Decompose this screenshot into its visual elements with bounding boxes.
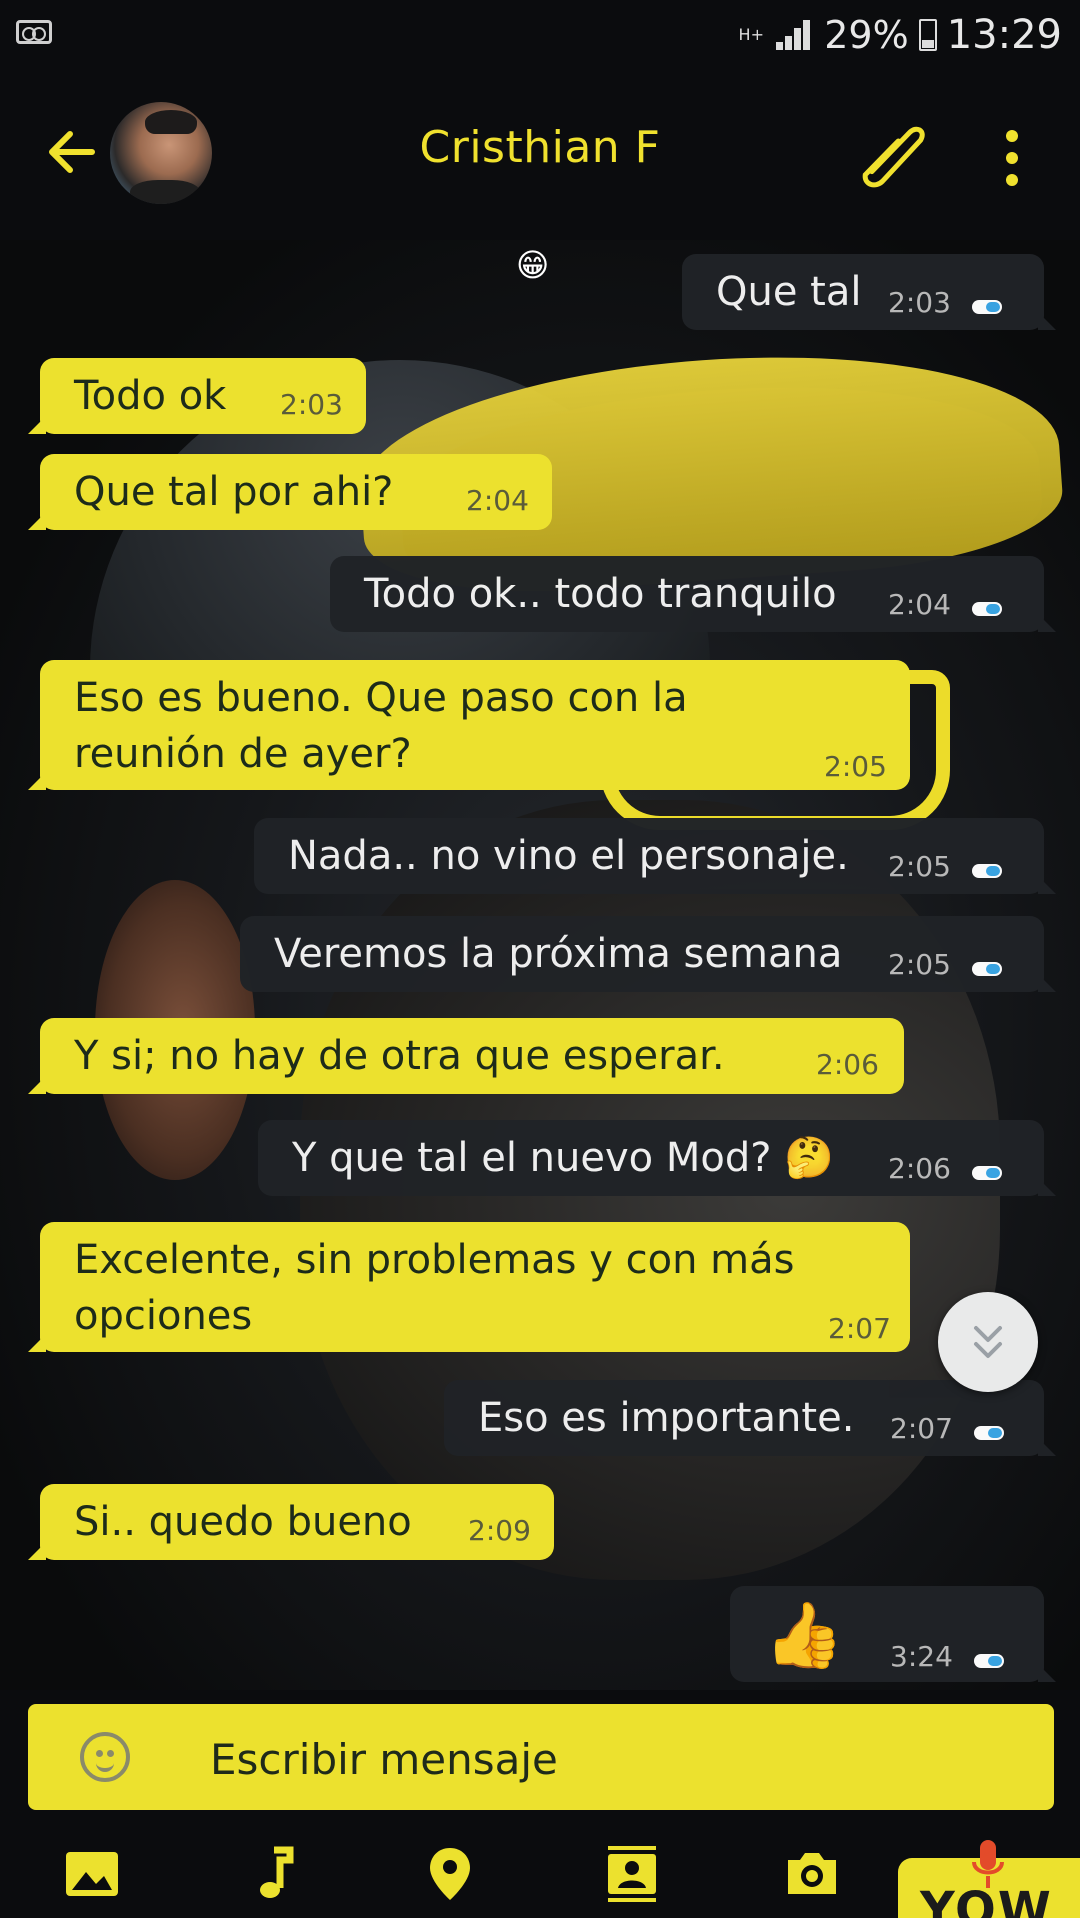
message-bubble-outgoing[interactable]: 👍 3:24 <box>730 1586 1056 1682</box>
message-text: Eso es bueno. Que paso con la reunión de… <box>74 675 688 777</box>
read-receipt-icon <box>972 962 1002 976</box>
message-time: 3:24 <box>890 1640 953 1673</box>
message-text: Todo ok.. todo tranquilo <box>364 571 837 617</box>
message-time: 2:09 <box>468 1514 531 1547</box>
message-time: 2:05 <box>888 948 951 981</box>
message-time: 2:05 <box>888 850 951 883</box>
read-receipt-icon <box>972 864 1002 878</box>
status-clock: 13:29 <box>946 12 1062 58</box>
message-bubble-incoming[interactable]: Si.. quedo bueno 2:09 <box>28 1484 554 1560</box>
message-text: Nada.. no vino el personaje. <box>288 833 849 879</box>
message-time: 2:05 <box>824 750 887 783</box>
camera-icon[interactable] <box>780 1842 844 1906</box>
read-receipt-icon <box>974 1654 1004 1668</box>
message-time: 2:06 <box>888 1152 951 1185</box>
read-receipt-icon <box>972 602 1002 616</box>
paperclip-icon[interactable] <box>850 112 930 202</box>
microphone-icon[interactable] <box>968 1836 1008 1896</box>
read-receipt-icon <box>972 300 1002 314</box>
message-text: Que tal por ahi? <box>74 469 394 515</box>
message-text: Eso es importante. <box>478 1395 855 1441</box>
read-receipt-icon <box>972 1166 1002 1180</box>
message-bubble-outgoing[interactable]: Nada.. no vino el personaje. 2:05 <box>254 818 1056 894</box>
signal-strength-icon <box>774 18 814 52</box>
message-bubble-incoming[interactable]: Todo ok 2:03 <box>28 358 366 434</box>
thumbs-up-emoji-message: 👍 <box>764 1599 844 1673</box>
overflow-menu-icon[interactable] <box>1004 130 1020 186</box>
message-time: 2:07 <box>890 1412 953 1445</box>
floating-emoji: 😁 <box>516 246 550 284</box>
message-text: Que tal <box>716 269 862 315</box>
message-bubble-outgoing[interactable]: Y que tal el nuevo Mod? 🤔 2:06 <box>258 1120 1056 1196</box>
message-time: 2:04 <box>888 588 951 621</box>
message-bubble-outgoing[interactable]: Que tal 2:03 <box>682 254 1056 330</box>
battery-percentage: 29% <box>824 13 909 57</box>
message-time: 2:06 <box>816 1048 879 1081</box>
message-text: Excelente, sin problemas y con más opcio… <box>74 1237 795 1339</box>
message-text: Si.. quedo bueno <box>74 1499 412 1545</box>
location-pin-icon[interactable] <box>418 1842 482 1906</box>
message-time: 2:07 <box>828 1312 891 1345</box>
message-bubble-outgoing[interactable]: Todo ok.. todo tranquilo 2:04 <box>330 556 1056 632</box>
status-bar: H+ 29% 13:29 <box>0 0 1080 72</box>
voicemail-icon <box>16 20 52 44</box>
emoji-picker-icon[interactable] <box>80 1732 130 1782</box>
battery-icon <box>918 19 937 51</box>
read-receipt-icon <box>974 1426 1004 1440</box>
network-type-indicator: H+ <box>738 25 764 44</box>
message-text: Y si; no hay de otra que esperar. <box>74 1033 725 1079</box>
music-icon[interactable] <box>240 1842 304 1906</box>
message-input[interactable] <box>208 1728 912 1790</box>
message-bubble-incoming[interactable]: Eso es bueno. Que paso con la reunión de… <box>28 660 910 790</box>
message-text: Y que tal el nuevo Mod? 🤔 <box>292 1135 834 1181</box>
image-icon[interactable] <box>60 1842 124 1906</box>
message-time: 2:04 <box>466 484 529 517</box>
message-text: Todo ok <box>74 373 227 419</box>
message-bubble-incoming[interactable]: Que tal por ahi? 2:04 <box>28 454 552 530</box>
message-text: Veremos la próxima semana <box>274 931 843 977</box>
double-chevron-down-icon <box>974 1326 1002 1358</box>
message-bubble-outgoing[interactable]: Veremos la próxima semana 2:05 <box>240 916 1056 992</box>
message-bubble-incoming[interactable]: Excelente, sin problemas y con más opcio… <box>28 1222 910 1352</box>
message-composer <box>28 1704 1054 1810</box>
message-time: 2:03 <box>888 286 951 319</box>
message-time: 2:03 <box>280 388 343 421</box>
chat-header: Cristhian F <box>0 72 1080 240</box>
message-bubble-incoming[interactable]: Y si; no hay de otra que esperar. 2:06 <box>28 1018 904 1094</box>
message-list[interactable]: 😁 Que tal 2:03 Todo ok 2:03 Que tal por … <box>0 240 1080 1682</box>
contact-card-icon[interactable] <box>600 1842 664 1906</box>
scroll-to-bottom-button[interactable] <box>938 1292 1038 1392</box>
